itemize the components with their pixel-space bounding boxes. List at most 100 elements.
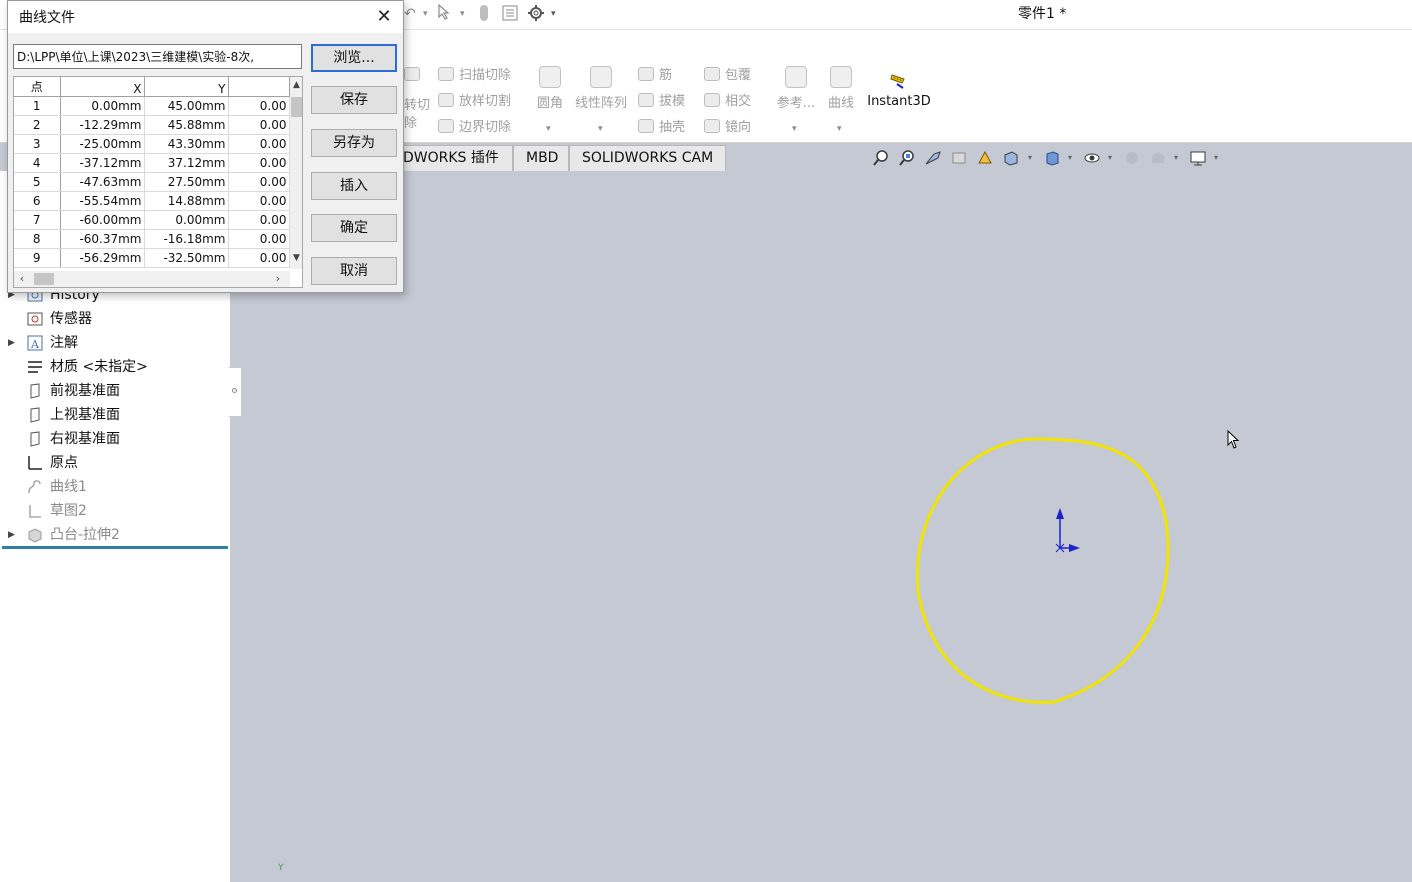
wrap-button[interactable]: 包覆 xyxy=(704,66,751,86)
select-dropdown-icon[interactable]: ▾ xyxy=(460,4,465,24)
table-cell[interactable]: 0.00mm xyxy=(144,210,229,230)
revolve-cut-label[interactable]: 转切 xyxy=(404,96,430,116)
column-header-y[interactable]: Y xyxy=(144,77,229,97)
table-cell[interactable]: 0.00 xyxy=(228,191,290,211)
boundary-cut-button[interactable]: 边界切除 xyxy=(438,118,511,138)
reference-dropdown-icon[interactable]: ▾ xyxy=(792,124,797,134)
table-cell[interactable]: 0.00 xyxy=(228,134,290,154)
table-cell[interactable]: -16.18mm xyxy=(144,229,229,249)
table-cell[interactable]: 0.00 xyxy=(228,153,290,173)
select-cursor-icon[interactable] xyxy=(437,3,451,24)
column-header-x[interactable]: X xyxy=(60,77,145,97)
table-cell-index[interactable]: 3 xyxy=(14,134,61,154)
dialog-titlebar[interactable]: 曲线文件 ✕ xyxy=(8,1,403,33)
scroll-left-icon[interactable]: ‹ xyxy=(16,272,28,286)
table-cell[interactable]: 0.00 xyxy=(228,172,290,192)
points-table[interactable]: 点 X Y 1 0.00mm 45.00mm 0.00 2 -12.29mm 45.88mm… xyxy=(13,76,303,288)
undo-dropdown-icon[interactable]: ▾ xyxy=(423,4,428,24)
display-style-dropdown-icon[interactable]: ▾ xyxy=(1068,153,1072,162)
table-cell[interactable]: 43.30mm xyxy=(144,134,229,154)
file-path-input[interactable] xyxy=(13,44,302,69)
horizontal-scrollbar[interactable]: ‹ › xyxy=(14,271,290,287)
table-cell[interactable]: -32.50mm xyxy=(144,248,229,268)
table-cell[interactable]: -60.00mm xyxy=(60,210,145,230)
view-orientation-dropdown-icon[interactable]: ▾ xyxy=(1028,153,1032,162)
options-gear-icon[interactable] xyxy=(527,4,545,24)
table-cell[interactable]: 0.00 xyxy=(228,248,290,268)
table-cell[interactable]: 0.00 xyxy=(228,115,290,135)
loft-cut-button[interactable]: 放样切割 xyxy=(438,92,511,112)
table-cell[interactable]: 45.00mm xyxy=(144,96,229,116)
previous-view-icon[interactable] xyxy=(924,149,942,167)
apply-scene-dropdown-icon[interactable]: ▾ xyxy=(1174,153,1178,162)
table-cell[interactable]: 0.00 xyxy=(228,210,290,230)
close-icon[interactable]: ✕ xyxy=(370,3,398,31)
draft-button[interactable]: 拔模 xyxy=(638,92,685,112)
table-cell[interactable]: 37.12mm xyxy=(144,153,229,173)
table-cell-index[interactable]: 6 xyxy=(14,191,61,211)
table-row[interactable]: 5 -47.63mm 27.50mm 0.00 xyxy=(14,172,290,192)
column-header-point[interactable]: 点 xyxy=(14,77,61,97)
reference-geometry-button[interactable]: 参考... xyxy=(774,66,818,111)
table-row[interactable]: 3 -25.00mm 43.30mm 0.00 xyxy=(14,134,290,154)
fillet-button[interactable]: 圆角 xyxy=(534,66,566,111)
revolve-cut-label-2[interactable]: 除 xyxy=(404,114,417,134)
table-cell[interactable]: -55.54mm xyxy=(60,191,145,211)
table-cell[interactable]: -56.29mm xyxy=(60,248,145,268)
table-row[interactable]: 1 0.00mm 45.00mm 0.00 xyxy=(14,96,290,116)
shell-button[interactable]: 抽壳 xyxy=(638,118,685,138)
table-cell-index[interactable]: 8 xyxy=(14,229,61,249)
scroll-down-icon[interactable]: ▼ xyxy=(291,252,302,264)
sweep-cut-button[interactable]: 扫描切除 xyxy=(438,66,511,86)
apply-scene-icon[interactable] xyxy=(1149,149,1167,167)
rollback-bar[interactable] xyxy=(2,546,228,549)
table-cell-index[interactable]: 5 xyxy=(14,172,61,192)
vertical-scrollbar[interactable]: ▲ ▼ xyxy=(290,77,302,269)
table-cell-index[interactable]: 7 xyxy=(14,210,61,230)
table-cell[interactable]: 45.88mm xyxy=(144,115,229,135)
table-cell[interactable]: 27.50mm xyxy=(144,172,229,192)
hide-show-items-icon[interactable] xyxy=(1083,149,1101,167)
curves-dropdown-icon[interactable]: ▾ xyxy=(837,124,842,134)
table-row[interactable]: 4 -37.12mm 37.12mm 0.00 xyxy=(14,153,290,173)
table-row[interactable]: 8 -60.37mm -16.18mm 0.00 xyxy=(14,229,290,249)
view-settings-icon[interactable] xyxy=(1189,149,1207,167)
graphics-viewport[interactable] xyxy=(231,171,1412,882)
rebuild-icon[interactable] xyxy=(478,4,490,24)
scroll-right-icon[interactable]: › xyxy=(272,272,284,286)
table-cell[interactable]: 0.00 xyxy=(228,96,290,116)
table-cell[interactable]: -60.37mm xyxy=(60,229,145,249)
tab-mbd[interactable]: MBD xyxy=(513,145,569,171)
scroll-up-icon[interactable]: ▲ xyxy=(291,79,302,91)
undo-icon[interactable]: ↶ xyxy=(404,4,416,24)
expand-arrow-icon[interactable]: ▶ xyxy=(8,332,15,354)
table-cell[interactable]: 0.00mm xyxy=(60,96,145,116)
table-cell[interactable]: -47.63mm xyxy=(60,172,145,192)
zoom-area-icon[interactable] xyxy=(898,149,916,167)
curves-button[interactable]: 曲线 xyxy=(824,66,858,111)
table-cell-index[interactable]: 9 xyxy=(14,248,61,268)
table-cell-index[interactable]: 1 xyxy=(14,96,61,116)
section-view-icon[interactable] xyxy=(950,149,968,167)
table-cell[interactable]: -25.00mm xyxy=(60,134,145,154)
table-cell[interactable]: -37.12mm xyxy=(60,153,145,173)
table-cell[interactable]: 14.88mm xyxy=(144,191,229,211)
table-cell[interactable]: 0.00 xyxy=(228,229,290,249)
instant3d-button[interactable]: Instant3D xyxy=(866,70,932,109)
tab-solidworks-cam[interactable]: SOLIDWORKS CAM xyxy=(569,145,726,171)
intersect-button[interactable]: 相交 xyxy=(704,92,751,112)
view-settings-dropdown-icon[interactable]: ▾ xyxy=(1214,153,1218,162)
scroll-thumb-horizontal[interactable] xyxy=(34,273,54,285)
table-row[interactable]: 9 -56.29mm -32.50mm 0.00 xyxy=(14,248,290,268)
display-style-icon[interactable] xyxy=(1043,149,1061,167)
save-button[interactable]: 保存 xyxy=(311,86,397,114)
rib-button[interactable]: 筋 xyxy=(638,66,672,86)
ok-button[interactable]: 确定 xyxy=(311,214,397,242)
table-cell[interactable]: -12.29mm xyxy=(60,115,145,135)
file-properties-icon[interactable] xyxy=(501,4,519,24)
table-cell-index[interactable]: 2 xyxy=(14,115,61,135)
options-dropdown-icon[interactable]: ▾ xyxy=(551,4,556,24)
table-cell-index[interactable]: 4 xyxy=(14,153,61,173)
curve-closed-profile[interactable] xyxy=(915,437,1170,704)
save-as-button[interactable]: 另存为 xyxy=(311,129,397,157)
